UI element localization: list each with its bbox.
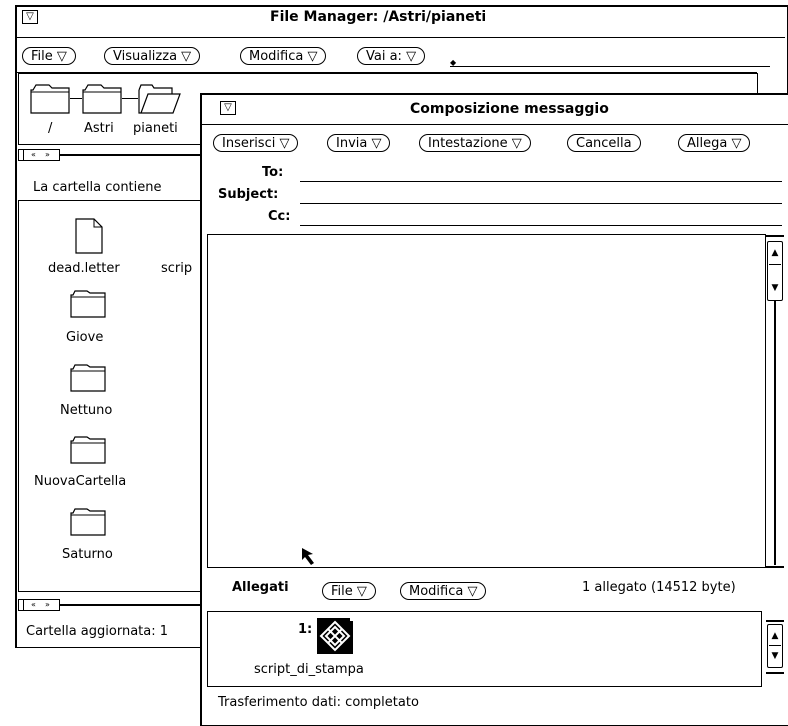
cc-field[interactable] [300,212,782,226]
message-vertical-scrollbar[interactable]: ▲ ▼ [767,241,783,301]
header-menu-button[interactable]: Intestazione ▽ [419,134,531,152]
view-menu-button[interactable]: Visualizza ▽ [104,47,201,65]
attachments-edit-menu-button[interactable]: Modifica ▽ [400,582,487,600]
send-menu-button[interactable]: Invia ▽ [327,134,391,152]
clear-button[interactable]: Cancella [567,134,641,152]
edit-menu-button[interactable]: Modifica ▽ [240,47,327,65]
files-horizontal-scrollbar[interactable]: « » [18,599,60,611]
attachments-file-menu-button[interactable]: File ▽ [322,582,376,600]
file-label-script[interactable]: scrip [161,261,192,276]
folder-icon[interactable] [70,436,106,464]
path-horizontal-scrollbar[interactable]: « » [18,149,60,161]
goto-path-input[interactable]: ◆ [450,56,770,67]
window-menu-icon[interactable]: ▽ [22,10,38,24]
attachments-summary: 1 allegato (14512 byte) [582,580,736,595]
folder-icon[interactable] [70,290,106,318]
file-menu-button[interactable]: File ▽ [22,47,76,65]
attachment-name[interactable]: script_di_stampa [254,662,364,677]
file-label-nuovacartella[interactable]: NuovaCartella [34,474,126,489]
folder-icon[interactable] [70,508,106,536]
attachments-vertical-scrollbar[interactable]: ▲ ▼ [767,624,783,668]
goto-menu-button[interactable]: Vai a: ▽ [357,47,426,65]
attachments-label: Allegati [232,580,289,595]
file-label-dead-letter[interactable]: dead.letter [48,261,120,276]
folder-icon[interactable] [70,364,106,392]
root-folder-icon[interactable] [30,84,70,114]
document-icon[interactable] [75,218,103,254]
to-label: To: [262,165,284,180]
attachment-index: 1: [298,622,313,637]
pianeti-open-folder-icon[interactable] [138,84,182,114]
file-label-giove[interactable]: Giove [66,330,103,345]
compose-status: Trasferimento dati: completato [218,695,419,710]
attach-menu-button[interactable]: Allega ▽ [678,134,751,152]
window-menu-icon[interactable]: ▽ [220,101,236,115]
window-title: File Manager: /Astri/pianeti [270,9,487,25]
path-pianeti-label: pianeti [133,121,178,136]
cc-label: Cc: [268,209,291,224]
insert-menu-button[interactable]: Inserisci ▽ [213,134,299,152]
script-attachment-icon[interactable] [316,617,354,655]
folder-info-text: La cartella contiene [33,180,162,195]
message-body[interactable] [207,234,766,568]
mouse-pointer-icon [302,548,314,565]
path-root-label: / [48,121,53,136]
path-astri-label: Astri [84,121,114,136]
file-manager-status: Cartella aggiornata: 1 [26,624,169,639]
to-field[interactable] [300,168,782,182]
compose-title: Composizione messaggio [410,101,609,117]
file-label-nettuno[interactable]: Nettuno [60,403,112,418]
subject-label: Subject: [218,187,279,202]
file-label-saturno[interactable]: Saturno [62,547,113,562]
astri-folder-icon[interactable] [82,84,122,114]
subject-field[interactable] [300,190,782,204]
